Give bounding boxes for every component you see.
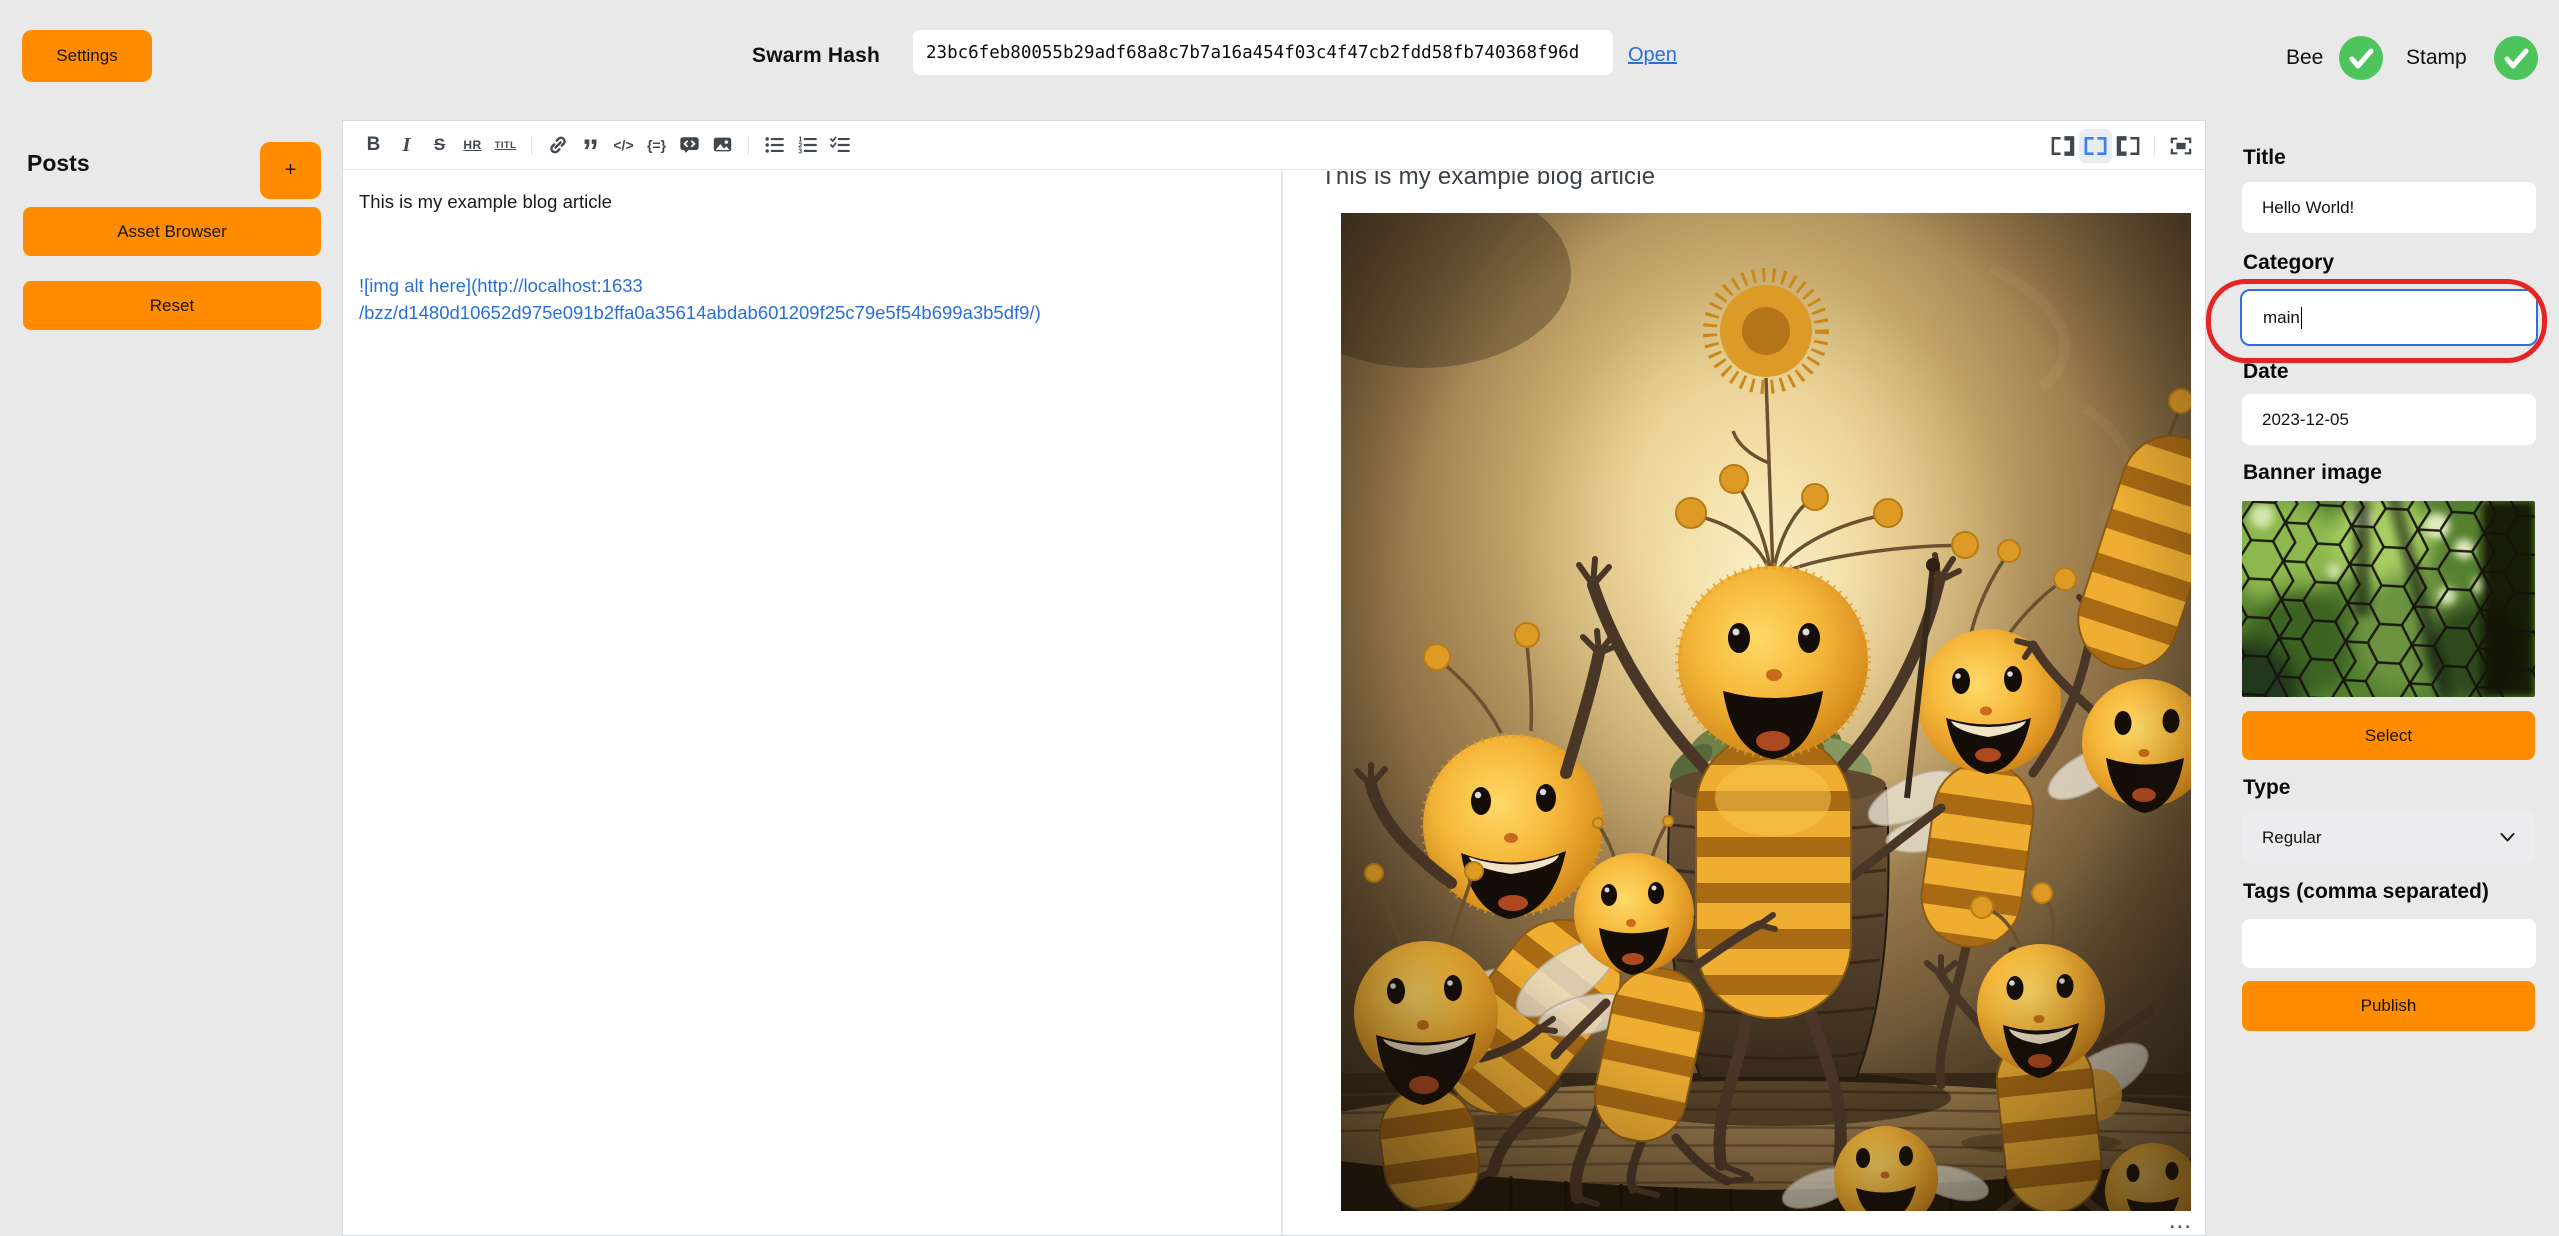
swarm-hash-label: Swarm Hash bbox=[752, 44, 880, 68]
ordered-list-icon: 1 2 3 bbox=[796, 134, 819, 156]
swarm-hash-input[interactable] bbox=[913, 30, 1613, 75]
text-caret bbox=[2301, 307, 2303, 329]
type-label: Type bbox=[2243, 776, 2290, 800]
bee-status-label: Bee bbox=[2286, 46, 2323, 70]
strikethrough-button[interactable]: S bbox=[423, 128, 456, 162]
fullscreen-icon bbox=[2170, 136, 2192, 156]
tags-label: Tags (comma separated) bbox=[2243, 880, 2489, 904]
select-banner-button[interactable]: Select bbox=[2242, 711, 2535, 760]
fullscreen-button[interactable] bbox=[2164, 129, 2197, 163]
split-view-button[interactable] bbox=[2079, 129, 2112, 163]
open-link[interactable]: Open bbox=[1628, 44, 1677, 67]
preview-heading: This is my example blog article bbox=[1283, 171, 2205, 191]
category-value: main bbox=[2263, 308, 2300, 328]
preview-only-view-icon bbox=[2116, 136, 2141, 156]
date-input[interactable] bbox=[2242, 394, 2536, 445]
bee-check-icon bbox=[2339, 36, 2383, 80]
title-input[interactable] bbox=[2242, 182, 2536, 233]
toolbar-separator bbox=[531, 136, 532, 155]
task-list-button[interactable] bbox=[824, 128, 857, 162]
bullet-list-icon bbox=[763, 134, 786, 156]
editor-panel: B I S HR TITL ” </> {=} bbox=[342, 120, 2206, 1236]
markdown-image-link: ![img alt here](http://localhost:1633 /b… bbox=[359, 272, 1265, 326]
toolbar-separator bbox=[2154, 136, 2155, 155]
split-view-icon bbox=[2083, 136, 2108, 156]
editor-only-view-icon bbox=[2050, 136, 2075, 156]
inline-code-button[interactable]: </> bbox=[607, 128, 640, 162]
publish-button[interactable]: Publish bbox=[2242, 981, 2535, 1031]
image-icon bbox=[711, 134, 734, 156]
stamp-check-icon bbox=[2494, 36, 2538, 80]
task-list-icon bbox=[829, 134, 852, 156]
toolbar-right-group bbox=[2046, 121, 2197, 170]
chevron-down-icon bbox=[2500, 833, 2515, 842]
image-button[interactable] bbox=[706, 128, 739, 162]
type-select[interactable]: Regular bbox=[2242, 812, 2535, 863]
category-label: Category bbox=[2243, 251, 2334, 275]
date-label: Date bbox=[2243, 360, 2289, 384]
stamp-status-label: Stamp bbox=[2406, 46, 2467, 70]
editor-only-view-button[interactable] bbox=[2046, 129, 2079, 163]
title-heading-button[interactable]: TITL bbox=[489, 128, 522, 162]
code-bubble-icon bbox=[678, 134, 701, 156]
add-post-button[interactable]: + bbox=[260, 142, 321, 199]
horizontal-rule-button[interactable]: HR bbox=[456, 128, 489, 162]
ordered-list-button[interactable]: 1 2 3 bbox=[791, 128, 824, 162]
preview-pane: This is my example blog article bbox=[1283, 171, 2205, 1235]
reset-button[interactable]: Reset bbox=[23, 281, 321, 330]
preview-only-view-button[interactable] bbox=[2112, 129, 2145, 163]
markdown-editor[interactable]: This is my example blog article ![img al… bbox=[343, 171, 1281, 1235]
title-label: Title bbox=[2243, 146, 2286, 170]
link-icon bbox=[547, 134, 569, 156]
toolbar-separator bbox=[748, 136, 749, 155]
asset-browser-button[interactable]: Asset Browser bbox=[23, 207, 321, 256]
editor-toolbar: B I S HR TITL ” </> {=} bbox=[343, 121, 2205, 170]
posts-heading: Posts bbox=[27, 150, 90, 177]
banner-image bbox=[2242, 501, 2535, 697]
html-block-button[interactable] bbox=[673, 128, 706, 162]
link-button[interactable] bbox=[541, 128, 574, 162]
banner-image-thumbnail[interactable] bbox=[2242, 501, 2535, 697]
preview-resize-handle[interactable]: ... bbox=[2170, 1213, 2193, 1233]
tags-input[interactable] bbox=[2242, 919, 2536, 968]
svg-text:3: 3 bbox=[798, 149, 802, 156]
category-input[interactable]: main bbox=[2240, 289, 2538, 346]
code-block-button[interactable]: {=} bbox=[640, 128, 673, 162]
settings-button[interactable]: Settings bbox=[22, 30, 152, 82]
bold-button[interactable]: B bbox=[357, 128, 390, 162]
banner-image-label: Banner image bbox=[2243, 461, 2382, 485]
italic-button[interactable]: I bbox=[390, 128, 423, 162]
type-selected-value: Regular bbox=[2262, 828, 2322, 848]
article-image: .arm{stroke:#4a3626;stroke-width:12;fill… bbox=[1341, 213, 2191, 1211]
bullet-list-button[interactable] bbox=[758, 128, 791, 162]
markdown-paragraph: This is my example blog article bbox=[359, 188, 1265, 215]
blockquote-button[interactable]: ” bbox=[574, 128, 607, 162]
